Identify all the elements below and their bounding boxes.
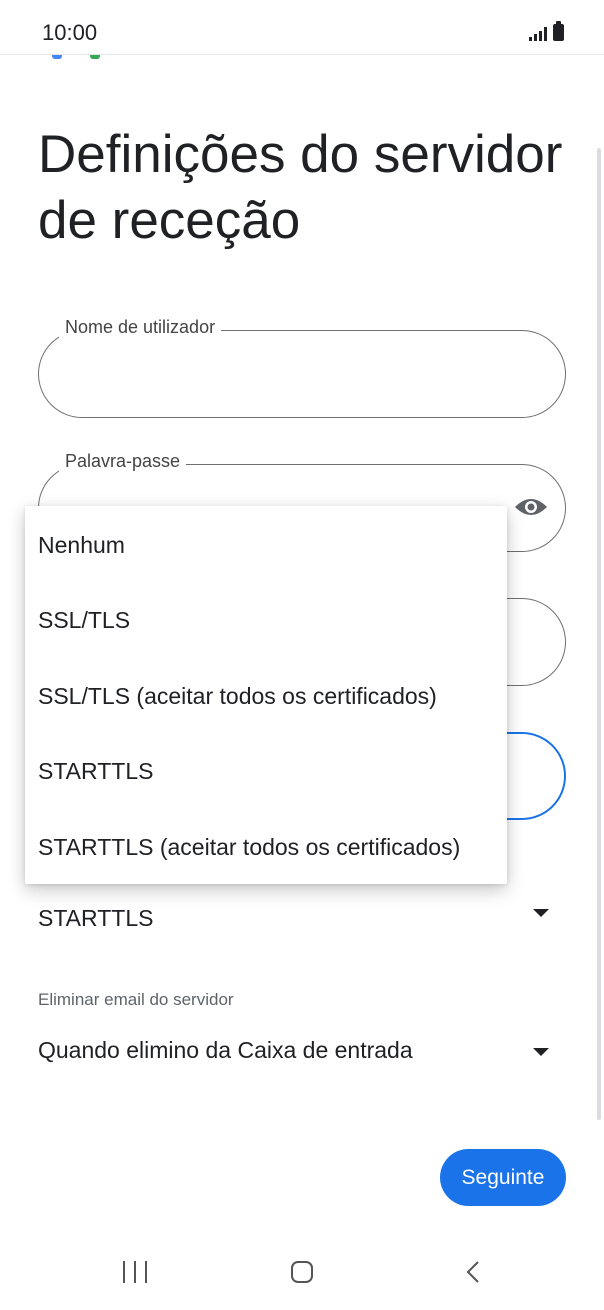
page-title: Definições do servidor de receção: [38, 125, 563, 250]
menu-item-nenhum[interactable]: Nenhum: [38, 532, 125, 559]
scrollbar[interactable]: [597, 148, 601, 1120]
dropdown-arrow-icon[interactable]: [533, 1048, 549, 1056]
dropdown-arrow-icon[interactable]: [533, 909, 549, 917]
username-field[interactable]: Nome de utilizador: [38, 317, 566, 418]
next-button[interactable]: Seguinte: [440, 1149, 566, 1206]
security-type-value[interactable]: STARTTLS: [38, 905, 153, 932]
recent-apps-icon[interactable]: [123, 1261, 147, 1283]
status-bar: 10:00: [0, 0, 604, 55]
delete-email-select[interactable]: Quando elimino da Caixa de entrada: [38, 1037, 413, 1064]
menu-item-ssl-tls[interactable]: SSL/TLS: [38, 607, 130, 634]
signal-icon: [529, 25, 547, 41]
status-time: 10:00: [42, 20, 98, 45]
menu-item-ssl-tls-accept-all[interactable]: SSL/TLS (aceitar todos os certificados): [38, 683, 437, 710]
battery-icon: [553, 21, 564, 41]
menu-item-starttls[interactable]: STARTTLS: [38, 758, 153, 785]
navigation-bar: [0, 1235, 604, 1310]
delete-email-label: Eliminar email do servidor: [38, 990, 234, 1009]
username-label: Nome de utilizador: [59, 317, 222, 338]
home-icon[interactable]: [291, 1261, 313, 1283]
status-icons: [529, 21, 564, 41]
security-type-menu: Nenhum SSL/TLS SSL/TLS (aceitar todos os…: [25, 506, 507, 884]
password-label: Palavra-passe: [59, 451, 187, 472]
eye-icon[interactable]: [513, 495, 549, 519]
menu-item-starttls-accept-all[interactable]: STARTTLS (aceitar todos os certificados): [38, 834, 460, 861]
back-icon[interactable]: [466, 1261, 480, 1283]
